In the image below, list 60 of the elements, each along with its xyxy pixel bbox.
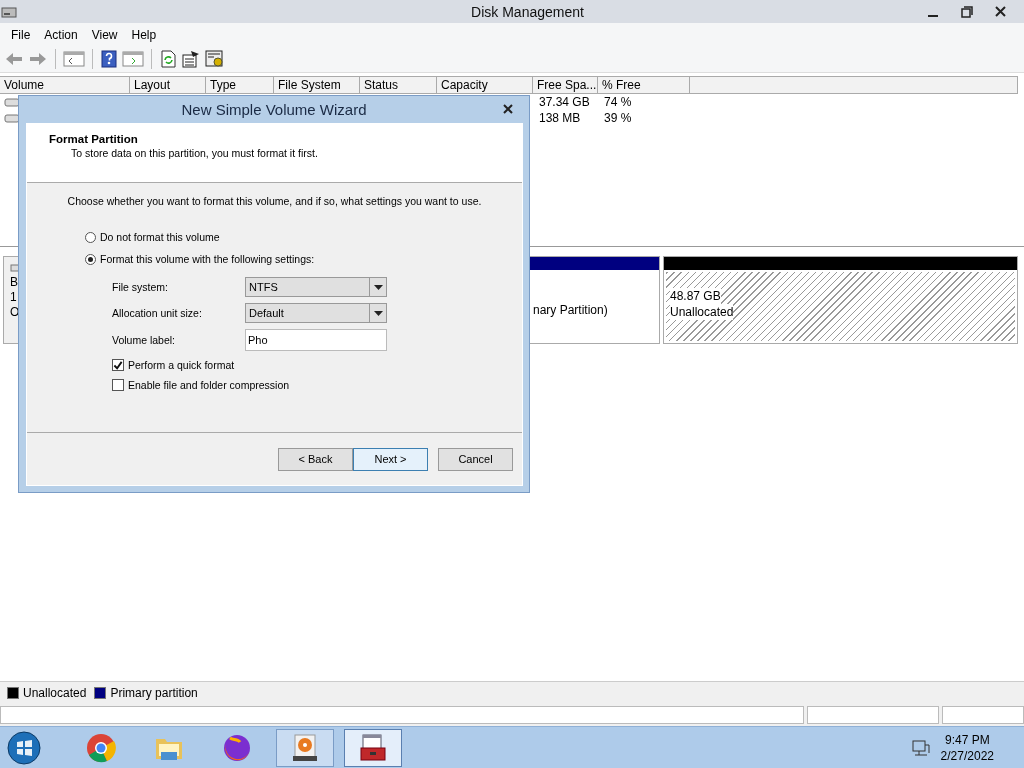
partition[interactable]: 48.87 GB Unallocated xyxy=(663,256,1018,344)
radio-option[interactable]: Do not format this volume xyxy=(85,231,220,243)
input-field[interactable]: Pho xyxy=(245,329,387,351)
dropdown[interactable]: NTFS xyxy=(245,277,387,297)
dialog-title: New Simple Volume Wizard xyxy=(181,101,367,118)
partition-text: nary Partition) xyxy=(533,302,608,318)
disk-label: 1 xyxy=(10,290,18,305)
partition-text: 48.87 GB xyxy=(670,288,721,304)
table-cell-text: 39 % xyxy=(603,110,633,127)
wizard-button[interactable]: Next > xyxy=(353,447,428,471)
partition-text: Unallocated xyxy=(670,304,734,320)
back-arrow-icon[interactable] xyxy=(4,51,24,67)
wizard-button[interactable]: Cancel xyxy=(438,447,513,471)
caret-icon xyxy=(373,284,383,290)
taskbar-button[interactable] xyxy=(276,728,334,767)
checkmark-icon xyxy=(113,359,123,371)
browser-icon xyxy=(85,731,117,764)
help-icon[interactable] xyxy=(100,50,118,68)
field-label: File system: xyxy=(112,281,169,293)
page-subheading: To store data on this partition, you must format it first. xyxy=(70,147,319,159)
menu-item[interactable]: View xyxy=(84,25,125,44)
menu-item[interactable]: Action xyxy=(37,25,85,44)
table-cell-text: 138 MB xyxy=(538,110,582,127)
column-header[interactable]: Status xyxy=(360,76,437,94)
column-header[interactable]: Volume xyxy=(0,76,130,94)
legend-label: Primary partition xyxy=(110,686,198,700)
column-header[interactable]: Type xyxy=(206,76,274,94)
column-header[interactable]: % Free xyxy=(598,76,690,94)
window-title: Disk Management xyxy=(470,3,585,20)
properties-icon[interactable] xyxy=(181,50,201,68)
network-icon[interactable] xyxy=(910,738,931,757)
refresh-icon[interactable] xyxy=(159,50,177,68)
forward-arrow-icon[interactable] xyxy=(28,51,48,67)
table-cell-text: 37.34 GB xyxy=(538,94,591,111)
clock-date[interactable]: 2/27/2022 xyxy=(940,747,994,764)
settings-icon[interactable] xyxy=(205,50,225,68)
radio-option[interactable]: Format this volume with the following settings: xyxy=(85,253,315,265)
dropdown[interactable]: Default xyxy=(245,303,387,323)
menu-item[interactable]: Help xyxy=(124,25,164,44)
toolbox-icon xyxy=(357,731,389,764)
clock-time[interactable]: 9:47 PM xyxy=(940,731,994,748)
field-label: Allocation unit size: xyxy=(112,307,203,319)
wizard-button[interactable]: < Back xyxy=(278,447,353,471)
column-header[interactable]: Free Spa... xyxy=(533,76,598,94)
field-label: Volume label: xyxy=(112,334,177,346)
caret-icon xyxy=(373,310,383,316)
legend-label: Unallocated xyxy=(23,686,87,700)
checkbox-option[interactable]: Perform a quick format xyxy=(112,359,235,371)
column-header[interactable]: File System xyxy=(274,76,360,94)
column-header[interactable]: Layout xyxy=(130,76,206,94)
column-header[interactable]: Capacity xyxy=(437,76,533,94)
menu-item[interactable]: File xyxy=(4,25,38,44)
close-button[interactable] xyxy=(501,102,515,116)
checkbox-option[interactable]: Enable file and folder compression xyxy=(112,379,290,391)
instruction-text: Choose whether you want to format this volume, and if so, what settings you want to use. xyxy=(66,195,483,207)
disk-drive-icon xyxy=(1,4,17,19)
taskbar-button[interactable] xyxy=(344,728,402,767)
table-cell-text: 74 % xyxy=(603,94,633,111)
page-heading: Format Partition xyxy=(49,133,139,145)
start-button[interactable] xyxy=(6,729,42,766)
